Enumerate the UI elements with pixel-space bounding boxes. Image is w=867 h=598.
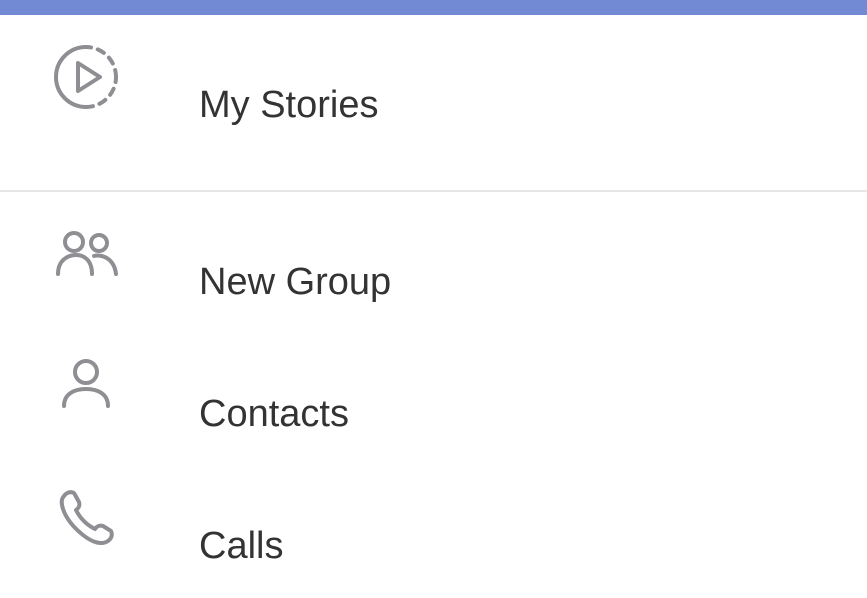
stories-icon — [50, 41, 122, 113]
menu-item-label: Contacts — [199, 393, 349, 435]
menu-divider — [0, 190, 867, 192]
menu-item-my-stories[interactable]: My Stories — [0, 45, 867, 155]
app-header-bar — [0, 0, 867, 15]
menu-item-label: New Group — [199, 261, 392, 303]
group-icon — [50, 218, 122, 290]
menu-item-contacts[interactable]: Contacts — [0, 359, 867, 464]
person-icon — [50, 350, 122, 422]
menu-item-calls[interactable]: Calls — [0, 490, 867, 596]
menu-item-new-group[interactable]: New Group — [0, 231, 867, 332]
phone-icon — [50, 482, 122, 554]
menu-item-label: My Stories — [199, 84, 379, 126]
menu-item-label: Calls — [199, 525, 284, 567]
